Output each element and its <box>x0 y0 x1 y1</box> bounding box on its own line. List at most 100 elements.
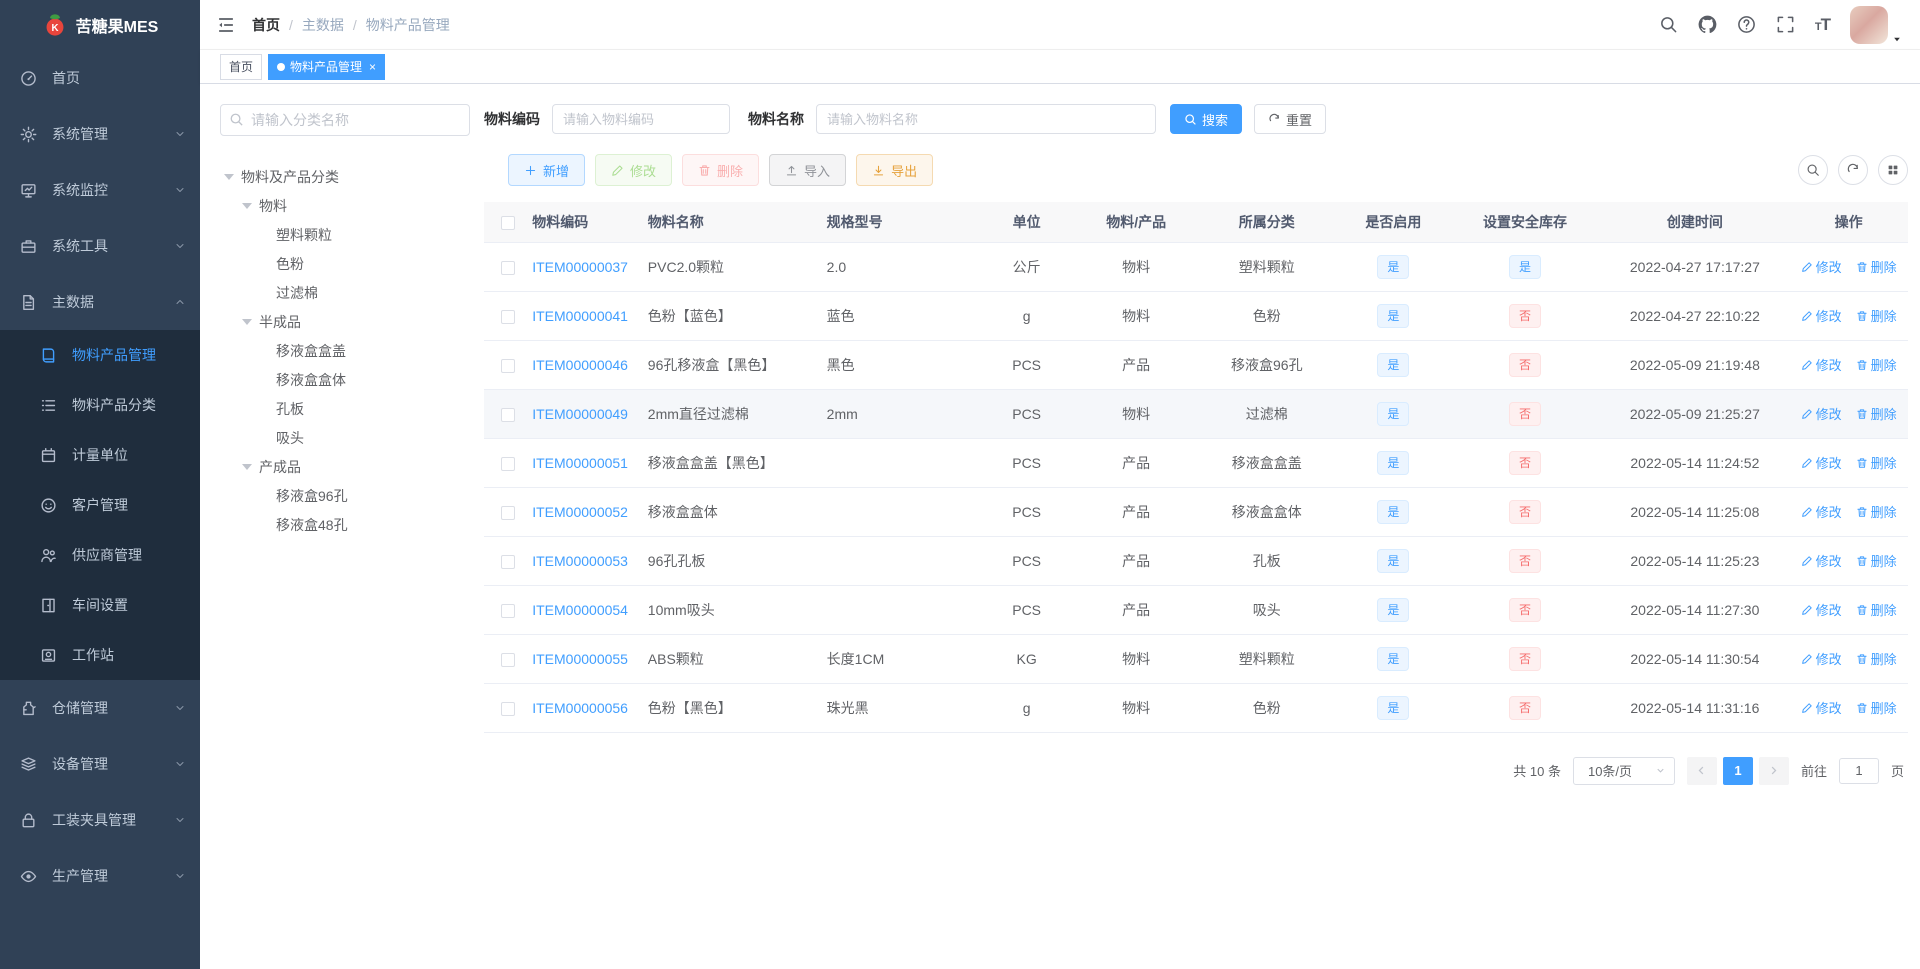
sidebar-item[interactable]: 系统工具 <box>0 218 200 274</box>
tree-node-group[interactable]: 半成品 <box>220 307 470 336</box>
tree-node-leaf[interactable]: 移液盒盒体 <box>220 365 470 394</box>
row-delete-link[interactable]: 删除 <box>1856 551 1897 570</box>
reset-button[interactable]: 重置 <box>1254 104 1327 134</box>
删除-button[interactable]: 删除 <box>682 154 760 186</box>
breadcrumb-item[interactable]: 主数据 <box>302 15 344 35</box>
row-checkbox[interactable] <box>501 260 516 275</box>
select-all-checkbox[interactable] <box>501 215 516 230</box>
close-icon[interactable]: × <box>369 61 376 73</box>
sidebar-subitem[interactable]: 客户管理 <box>0 480 200 530</box>
sidebar-subitem[interactable]: 物料产品管理 <box>0 330 200 380</box>
row-delete-link[interactable]: 删除 <box>1856 649 1897 668</box>
user-menu[interactable] <box>1850 5 1902 44</box>
row-delete-link[interactable]: 删除 <box>1856 257 1897 276</box>
tree-node-leaf[interactable]: 移液盒盒盖 <box>220 336 470 365</box>
breadcrumb-item[interactable]: 首页 <box>252 15 280 35</box>
row-delete-link[interactable]: 删除 <box>1856 600 1897 619</box>
sidebar-subitem[interactable]: 工作站 <box>0 630 200 680</box>
breadcrumb-item[interactable]: 物料产品管理 <box>366 15 450 35</box>
prev-page-button[interactable] <box>1686 756 1717 785</box>
tree-node-leaf[interactable]: 塑料颗粒 <box>220 220 470 249</box>
row-checkbox[interactable] <box>501 456 516 471</box>
row-checkbox[interactable] <box>501 309 516 324</box>
material-code-link[interactable]: ITEM00000046 <box>532 357 628 373</box>
row-edit-link[interactable]: 修改 <box>1801 649 1842 668</box>
row-checkbox[interactable] <box>501 652 516 667</box>
row-edit-link[interactable]: 修改 <box>1801 453 1842 472</box>
row-delete-link[interactable]: 删除 <box>1856 698 1897 717</box>
sidebar-item[interactable]: 仓储管理 <box>0 680 200 736</box>
sidebar-item[interactable]: 系统管理 <box>0 106 200 162</box>
tree-node-group[interactable]: 物料 <box>220 191 470 220</box>
sidebar-item[interactable]: 系统监控 <box>0 162 200 218</box>
sidebar-item[interactable]: 生产管理 <box>0 848 200 904</box>
row-edit-link[interactable]: 修改 <box>1801 698 1842 717</box>
tab-active[interactable]: 物料产品管理 × <box>268 53 386 80</box>
row-edit-link[interactable]: 修改 <box>1801 600 1842 619</box>
sidebar-subitem[interactable]: 车间设置 <box>0 580 200 630</box>
material-code-link[interactable]: ITEM00000055 <box>532 651 628 667</box>
row-edit-link[interactable]: 修改 <box>1801 404 1842 423</box>
material-code-input[interactable] <box>552 104 730 134</box>
category-search-input[interactable] <box>220 104 470 136</box>
tree-node-leaf[interactable]: 孔板 <box>220 394 470 423</box>
row-edit-link[interactable]: 修改 <box>1801 257 1842 276</box>
app-logo[interactable]: K 苦糖果MES <box>0 0 200 50</box>
tab-item[interactable]: 首页 <box>220 53 263 80</box>
row-delete-link[interactable]: 删除 <box>1856 355 1897 374</box>
导入-button[interactable]: 导入 <box>769 154 847 186</box>
tree-node-leaf[interactable]: 过滤棉 <box>220 278 470 307</box>
search-mini-button[interactable] <box>1798 155 1828 185</box>
row-delete-link[interactable]: 删除 <box>1856 306 1897 325</box>
row-edit-link[interactable]: 修改 <box>1801 551 1842 570</box>
sidebar-item[interactable]: 首页 <box>0 50 200 106</box>
material-code-link[interactable]: ITEM00000056 <box>532 700 628 716</box>
sidebar-toggle-icon[interactable] <box>216 15 236 35</box>
row-edit-link[interactable]: 修改 <box>1801 306 1842 325</box>
avatar[interactable] <box>1850 5 1888 44</box>
row-checkbox[interactable] <box>501 505 516 520</box>
row-checkbox[interactable] <box>501 701 516 716</box>
sidebar-item[interactable]: 主数据 <box>0 274 200 330</box>
question-icon[interactable] <box>1737 15 1756 34</box>
tree-node-group[interactable]: 产成品 <box>220 452 470 481</box>
search-button[interactable]: 搜索 <box>1170 104 1243 134</box>
search-icon[interactable] <box>1659 15 1678 34</box>
row-checkbox[interactable] <box>501 358 516 373</box>
grid-mini-button[interactable] <box>1878 155 1908 185</box>
row-checkbox[interactable] <box>501 603 516 618</box>
fullscreen-icon[interactable] <box>1776 15 1795 34</box>
goto-page-input[interactable] <box>1838 757 1879 784</box>
row-edit-link[interactable]: 修改 <box>1801 355 1842 374</box>
修改-button[interactable]: 修改 <box>595 154 673 186</box>
material-name-input[interactable] <box>816 104 1156 134</box>
material-code-link[interactable]: ITEM00000037 <box>532 259 628 275</box>
refresh-mini-button[interactable] <box>1838 155 1868 185</box>
material-code-link[interactable]: ITEM00000054 <box>532 602 628 618</box>
sidebar-subitem[interactable]: 物料产品分类 <box>0 380 200 430</box>
material-code-link[interactable]: ITEM00000053 <box>532 553 628 569</box>
material-code-link[interactable]: ITEM00000049 <box>532 406 628 422</box>
tree-node-root[interactable]: 物料及产品分类 <box>220 162 470 191</box>
github-icon[interactable] <box>1698 15 1717 34</box>
导出-button[interactable]: 导出 <box>856 154 934 186</box>
row-edit-link[interactable]: 修改 <box>1801 502 1842 521</box>
row-checkbox[interactable] <box>501 554 516 569</box>
sidebar-subitem[interactable]: 计量单位 <box>0 430 200 480</box>
next-page-button[interactable] <box>1758 756 1789 785</box>
tree-node-leaf[interactable]: 吸头 <box>220 423 470 452</box>
tree-node-leaf[interactable]: 移液盒96孔 <box>220 481 470 510</box>
row-delete-link[interactable]: 删除 <box>1856 453 1897 472</box>
新增-button[interactable]: 新增 <box>508 154 586 186</box>
page-size-select[interactable]: 10条/页 <box>1572 756 1675 785</box>
current-page-button[interactable]: 1 <box>1722 756 1753 785</box>
sidebar-subitem[interactable]: 供应商管理 <box>0 530 200 580</box>
row-delete-link[interactable]: 删除 <box>1856 502 1897 521</box>
material-code-link[interactable]: ITEM00000051 <box>532 455 628 471</box>
font-size-icon[interactable]: TT <box>1815 15 1831 35</box>
material-code-link[interactable]: ITEM00000052 <box>532 504 628 520</box>
tree-node-leaf[interactable]: 色粉 <box>220 249 470 278</box>
sidebar-item[interactable]: 设备管理 <box>0 736 200 792</box>
tree-node-leaf[interactable]: 移液盒48孔 <box>220 510 470 539</box>
row-delete-link[interactable]: 删除 <box>1856 404 1897 423</box>
